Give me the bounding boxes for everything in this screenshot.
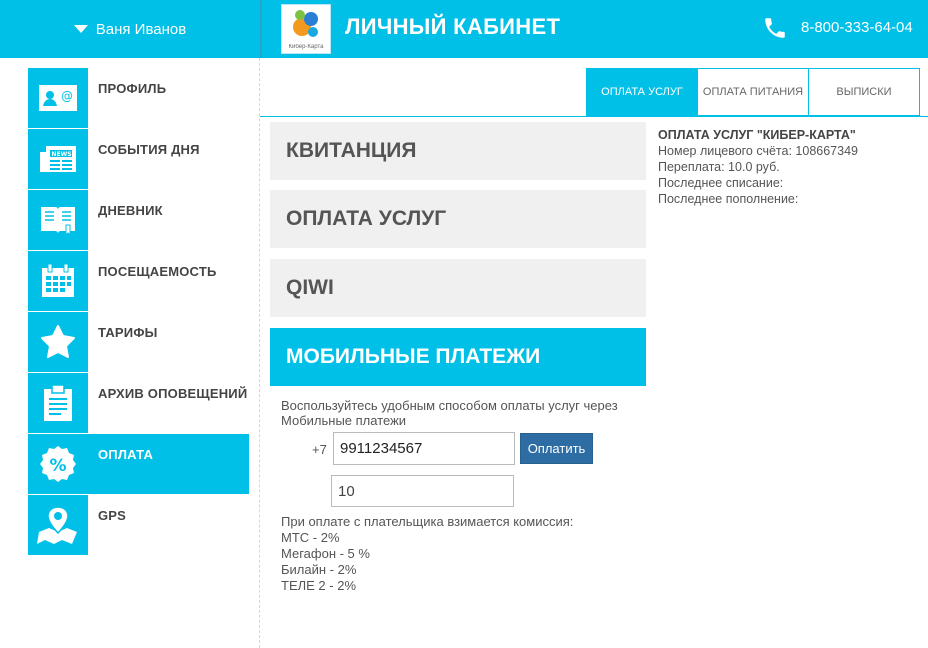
sidebar-icon-box: @ [28,68,88,128]
account-last-topup: Последнее пополнение: [658,192,799,206]
header-bar: Ваня Иванов Кибер-Карта ЛИЧНЫЙ КАБИНЕТ 8… [0,0,928,58]
star-icon [41,325,75,358]
accordion-mobile-payments[interactable]: МОБИЛЬНЫЕ ПЛАТЕЖИ [270,328,646,386]
sidebar-icon-box: % [28,434,88,494]
sidebar-item-label: СОБЫТИЯ ДНЯ [98,142,200,157]
sidebar-item-notifications-archive[interactable]: АРХИВ ОПОВЕЩЕНИЙ [28,373,249,433]
header-divider [260,0,262,58]
sidebar-icon-box [28,190,88,250]
logo-text: Кибер-Карта [288,44,324,50]
sidebar-icon-box [28,495,88,555]
commission-info: При оплате с плательщика взимается комис… [281,514,573,594]
tab-statements[interactable]: ВЫПИСКИ [808,69,919,115]
page-title: ЛИЧНЫЙ КАБИНЕТ [345,14,561,39]
sidebar-item-label: ПРОФИЛЬ [98,81,167,96]
book-icon [41,207,75,237]
logo-balls-icon [293,10,318,37]
calendar-icon [42,263,74,297]
account-last-debit: Последнее списание: [658,176,784,190]
account-number: Номер лицевого счёта: 108667349 [658,144,858,158]
commission-line-tele2: ТЕЛЕ 2 - 2% [281,578,356,593]
sidebar-item-label: ОПЛАТА [98,447,154,462]
commission-title: При оплате с плательщика взимается комис… [281,514,574,529]
support-phone[interactable]: 8-800-333-64-04 [801,19,913,36]
account-overpay: Переплата: 10.0 руб. [658,160,780,174]
payment-tabs: ОПЛАТА УСЛУГ ОПЛАТА ПИТАНИЯ ВЫПИСКИ [586,68,920,116]
map-pin-icon [37,506,77,544]
sidebar-item-profile[interactable]: @ ПРОФИЛЬ [28,68,249,128]
sidebar-item-label: АРХИВ ОПОВЕЩЕНИЙ [98,386,248,401]
caret-down-icon [73,25,88,33]
sidebar-item-label: ПОСЕЩАЕМОСТЬ [98,264,217,279]
user-name: Ваня Иванов [95,20,187,38]
clipboard-icon [44,384,72,421]
sidebar-divider [259,58,260,648]
sidebar-icon-box [28,373,88,433]
tabs-underline [260,116,928,117]
sidebar-icon-box [28,251,88,311]
svg-text:%: % [49,456,66,476]
newspaper-icon: NEWS [40,146,76,172]
svg-text:@: @ [61,89,73,103]
account-title: ОПЛАТА УСЛУГ "КИБЕР-КАРТА" [658,128,856,142]
tab-service-payment[interactable]: ОПЛАТА УСЛУГ [587,69,697,115]
accordion-receipt[interactable]: КВИТАНЦИЯ [270,122,646,180]
sidebar-item-payment[interactable]: % ОПЛАТА [28,434,249,494]
tab-food-payment[interactable]: ОПЛАТА ПИТАНИЯ [697,69,808,115]
sidebar-item-events[interactable]: NEWS СОБЫТИЯ ДНЯ [28,129,249,189]
sidebar-item-tariffs[interactable]: ТАРИФЫ [28,312,249,372]
sidebar-item-label: GPS [98,508,127,523]
commission-line-mts: МТС - 2% [281,530,340,545]
sidebar-item-attendance[interactable]: ПОСЕЩАЕМОСТЬ [28,251,249,311]
sidebar-icon-box [28,312,88,372]
logo[interactable]: Кибер-Карта [281,4,331,54]
phone-prefix: +7 [312,442,327,457]
account-info: ОПЛАТА УСЛУГ "КИБЕР-КАРТА" Номер лицевог… [658,127,858,207]
commission-line-megafon: Мегафон - 5 % [281,546,370,561]
svg-text:NEWS: NEWS [52,151,72,158]
mobile-payment-description: Воспользуйтесь удобным способом оплаты у… [281,398,618,428]
accordion-service-payment[interactable]: ОПЛАТА УСЛУГ [270,190,646,248]
phone-number-input[interactable]: 9911234567 [333,432,515,465]
sidebar-item-label: ДНЕВНИК [98,203,163,218]
sidebar-item-diary[interactable]: ДНЕВНИК [28,190,249,250]
sidebar-item-label: ТАРИФЫ [98,325,158,340]
phone-icon [765,18,785,38]
percent-badge-icon: % [40,446,76,482]
profile-card-icon: @ [39,85,77,111]
sidebar-item-gps[interactable]: GPS [28,495,249,555]
sidebar-icon-box: NEWS [28,129,88,189]
amount-input[interactable]: 10 [331,475,514,507]
commission-line-beeline: Билайн - 2% [281,562,357,577]
user-menu[interactable]: Ваня Иванов [0,0,260,58]
pay-button[interactable]: Оплатить [520,433,593,464]
accordion-qiwi[interactable]: QIWI [270,259,646,317]
